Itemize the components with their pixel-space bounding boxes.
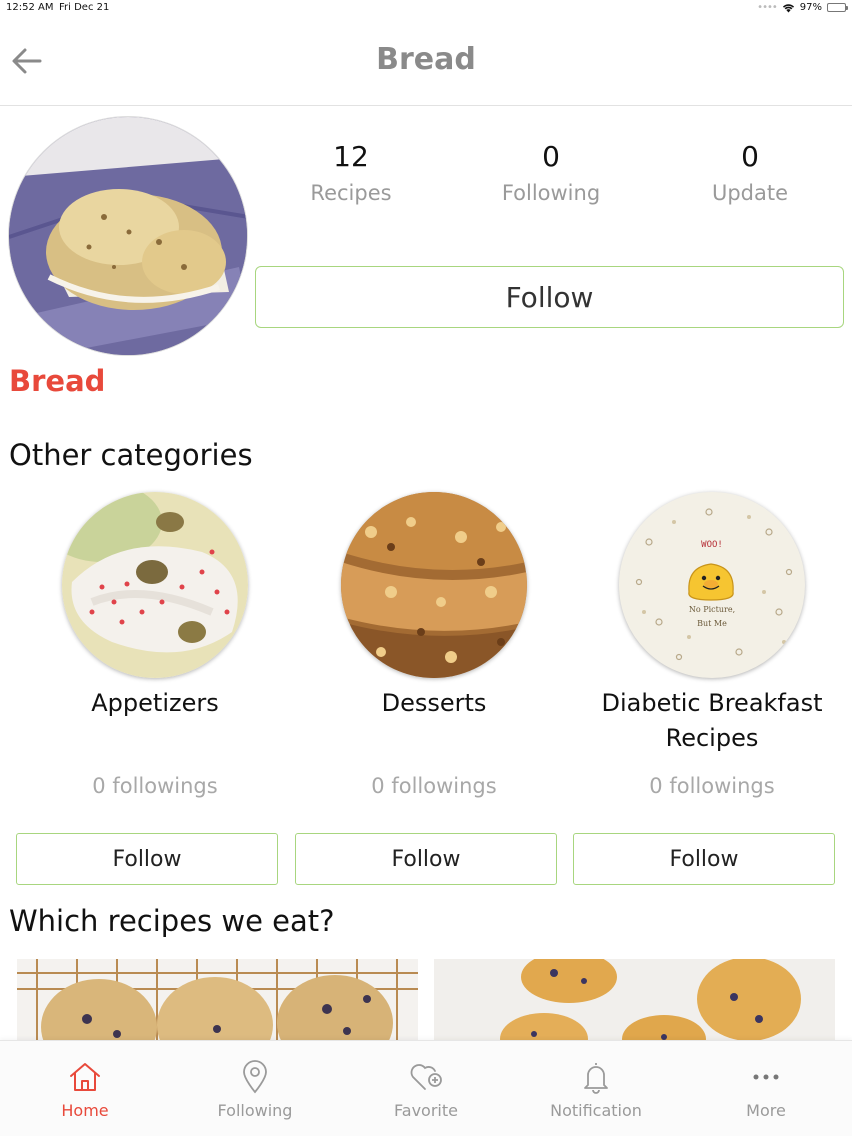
stat-recipes[interactable]: 12 Recipes — [251, 140, 451, 205]
recipe-card-2[interactable] — [434, 959, 835, 1049]
bell-icon — [584, 1063, 608, 1094]
stat-recipes-value: 12 — [333, 140, 369, 173]
placeholder-woo-text: WOO! — [701, 540, 723, 550]
stat-update-label: Update — [711, 181, 789, 205]
stat-following[interactable]: 0 Following — [451, 140, 651, 205]
category-image-desserts[interactable] — [341, 492, 527, 678]
follow-button[interactable]: Follow — [255, 266, 844, 328]
tab-bar: Home Following Favorite Notification Mor… — [0, 1040, 852, 1136]
location-pin-icon — [243, 1060, 267, 1094]
wifi-icon — [782, 3, 794, 12]
heart-plus-icon — [410, 1064, 442, 1090]
tab-home-label: Home — [61, 1101, 109, 1120]
follow-diabetic-breakfast-button[interactable]: Follow — [573, 833, 835, 885]
tab-following-label: Following — [217, 1101, 293, 1120]
category-image-diabetic-breakfast[interactable]: WOO! No Picture, But Me — [619, 492, 805, 678]
status-indicators: •••• 97% — [757, 2, 848, 13]
page-title: Bread — [376, 42, 476, 77]
stat-recipes-label: Recipes — [310, 181, 392, 205]
multitasking-dots-icon: •••• — [757, 2, 778, 13]
battery-icon — [827, 3, 848, 12]
stat-following-value: 0 — [542, 140, 560, 173]
tab-more-label: More — [746, 1101, 786, 1120]
tab-more[interactable]: More — [681, 1041, 851, 1136]
other-categories-heading: Other categories — [9, 438, 253, 472]
nav-bar: Bread — [0, 18, 852, 106]
category-name-diabetic-breakfast: Diabetic Breakfast Recipes — [601, 689, 823, 752]
tab-favorite-label: Favorite — [394, 1101, 458, 1120]
category-followings-diabetic-breakfast: 0 followings — [649, 774, 775, 798]
status-date: Fri Dec 21 — [59, 2, 110, 13]
tab-following[interactable]: Following — [170, 1041, 340, 1136]
which-recipes-heading: Which recipes we eat? — [9, 904, 335, 938]
home-icon — [70, 1063, 100, 1091]
follow-desserts-button[interactable]: Follow — [295, 833, 557, 885]
stat-update[interactable]: 0 Update — [650, 140, 850, 205]
category-image-appetizers[interactable] — [62, 492, 248, 678]
category-name: Bread — [9, 364, 106, 398]
recipe-card-1[interactable] — [17, 959, 418, 1049]
status-bar: 12:52 AM Fri Dec 21 •••• 97% — [0, 0, 852, 18]
status-time: 12:52 AM — [6, 2, 54, 13]
category-avatar — [8, 116, 248, 356]
category-name-desserts: Desserts — [381, 689, 487, 717]
battery-percent: 97% — [799, 2, 822, 13]
tab-home[interactable]: Home — [0, 1041, 170, 1136]
tab-notification-label: Notification — [550, 1101, 642, 1120]
placeholder-line2: But Me — [697, 619, 727, 628]
placeholder-line1: No Picture, — [688, 605, 736, 614]
category-followings-appetizers: 0 followings — [92, 774, 218, 798]
category-followings-desserts: 0 followings — [371, 774, 497, 798]
stat-update-value: 0 — [741, 140, 759, 173]
more-dots-icon — [753, 1074, 779, 1080]
stat-following-label: Following — [501, 181, 601, 205]
follow-appetizers-button[interactable]: Follow — [16, 833, 278, 885]
category-name-appetizers: Appetizers — [91, 689, 219, 717]
tab-notification[interactable]: Notification — [511, 1041, 681, 1136]
tab-favorite[interactable]: Favorite — [341, 1041, 511, 1136]
